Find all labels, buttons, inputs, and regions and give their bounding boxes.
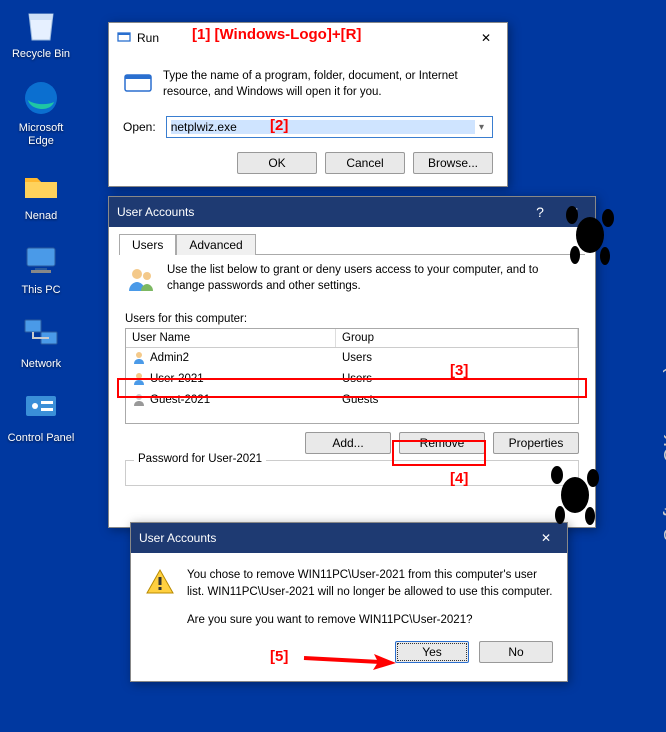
list-row[interactable]: Guest-2021 Guests bbox=[126, 390, 578, 411]
open-combobox[interactable]: ▾ bbox=[166, 116, 493, 138]
col-group[interactable]: Group bbox=[336, 329, 578, 347]
confirm-titlebar: User Accounts ✕ bbox=[131, 523, 567, 553]
desktop-icon-label: Network bbox=[6, 358, 76, 371]
ua-titlebar: User Accounts ? ✕ bbox=[109, 197, 595, 227]
tab-users[interactable]: Users bbox=[119, 234, 176, 255]
help-icon[interactable]: ? bbox=[523, 198, 557, 226]
control-panel-icon bbox=[21, 388, 61, 428]
confirm-msg-1: You chose to remove WIN11PC\User-2021 fr… bbox=[187, 567, 553, 602]
run-description: Type the name of a program, folder, docu… bbox=[163, 69, 493, 102]
cell-username: Guest-2021 bbox=[150, 394, 210, 406]
cell-group: Guests bbox=[336, 392, 578, 408]
list-header: User Name Group bbox=[126, 329, 578, 348]
col-username[interactable]: User Name bbox=[126, 329, 336, 347]
desktop-icon-folder[interactable]: Nenad bbox=[6, 166, 76, 223]
this-pc-icon bbox=[21, 240, 61, 280]
user-icon bbox=[132, 371, 146, 388]
desktop-icon-network[interactable]: Network bbox=[6, 314, 76, 371]
user-accounts-dialog: User Accounts ? ✕ Users Advanced Use the… bbox=[108, 196, 596, 528]
desktop-icon-label: Microsoft Edge bbox=[6, 122, 76, 147]
open-label: Open: bbox=[123, 120, 156, 134]
network-icon bbox=[21, 314, 61, 354]
cell-group: Users bbox=[336, 350, 578, 366]
watermark-text: www.SoftwareOK.com :-) bbox=[661, 366, 666, 589]
cancel-button[interactable]: Cancel bbox=[325, 152, 405, 174]
desktop-icon-label: Control Panel bbox=[6, 432, 76, 445]
arrow-icon bbox=[300, 648, 400, 677]
users-list[interactable]: User Name Group Admin2 Users User-2021 U… bbox=[125, 328, 579, 424]
run-app-icon bbox=[117, 30, 131, 47]
run-titlebar: Run ✕ bbox=[109, 23, 507, 53]
yes-button[interactable]: Yes bbox=[395, 641, 469, 663]
run-dialog: Run ✕ Type the name of a program, folder… bbox=[108, 22, 508, 187]
browse-button[interactable]: Browse... bbox=[413, 152, 493, 174]
open-input[interactable] bbox=[171, 120, 475, 134]
desktop-icon-recycle-bin[interactable]: Recycle Bin bbox=[6, 4, 76, 61]
cell-group: Users bbox=[336, 371, 578, 387]
properties-button[interactable]: Properties bbox=[493, 432, 579, 454]
password-groupbox: Password for User-2021 bbox=[125, 460, 579, 486]
add-button[interactable]: Add... bbox=[305, 432, 391, 454]
confirm-title: User Accounts bbox=[139, 531, 216, 545]
list-row[interactable]: Admin2 Users bbox=[126, 348, 578, 369]
run-hero-icon bbox=[123, 69, 153, 102]
recycle-bin-icon bbox=[21, 4, 61, 44]
desktop-icon-label: This PC bbox=[6, 284, 76, 297]
no-button[interactable]: No bbox=[479, 641, 553, 663]
ok-button[interactable]: OK bbox=[237, 152, 317, 174]
warning-icon bbox=[145, 567, 175, 629]
confirm-message: You chose to remove WIN11PC\User-2021 fr… bbox=[187, 567, 553, 629]
splat-icon bbox=[545, 460, 605, 533]
user-icon bbox=[132, 392, 146, 409]
ua-description: Use the list below to grant or deny user… bbox=[167, 263, 579, 303]
close-icon[interactable]: ✕ bbox=[469, 24, 503, 52]
desktop-icon-this-pc[interactable]: This PC bbox=[6, 240, 76, 297]
ua-tabs: Users Advanced bbox=[119, 233, 585, 255]
user-icon bbox=[132, 350, 146, 367]
tab-advanced[interactable]: Advanced bbox=[176, 234, 255, 255]
edge-icon bbox=[21, 78, 61, 118]
run-title: Run bbox=[137, 31, 159, 45]
password-group-label: Password for User-2021 bbox=[134, 453, 266, 465]
desktop-icon-control-panel[interactable]: Control Panel bbox=[6, 388, 76, 445]
remove-button[interactable]: Remove bbox=[399, 432, 485, 454]
desktop-icon-edge[interactable]: Microsoft Edge bbox=[6, 78, 76, 147]
list-row[interactable]: User-2021 Users bbox=[126, 369, 578, 390]
folder-icon bbox=[21, 166, 61, 206]
cell-username: User-2021 bbox=[150, 373, 204, 385]
desktop-icon-label: Nenad bbox=[6, 210, 76, 223]
confirm-msg-2: Are you sure you want to remove WIN11PC\… bbox=[187, 612, 553, 629]
chevron-down-icon[interactable]: ▾ bbox=[475, 122, 488, 133]
ua-title: User Accounts bbox=[117, 205, 194, 219]
cell-username: Admin2 bbox=[150, 352, 189, 364]
desktop-icon-label: Recycle Bin bbox=[6, 48, 76, 61]
splat-icon bbox=[560, 200, 620, 273]
users-hero-icon bbox=[125, 263, 159, 303]
users-list-label: Users for this computer: bbox=[125, 313, 579, 325]
